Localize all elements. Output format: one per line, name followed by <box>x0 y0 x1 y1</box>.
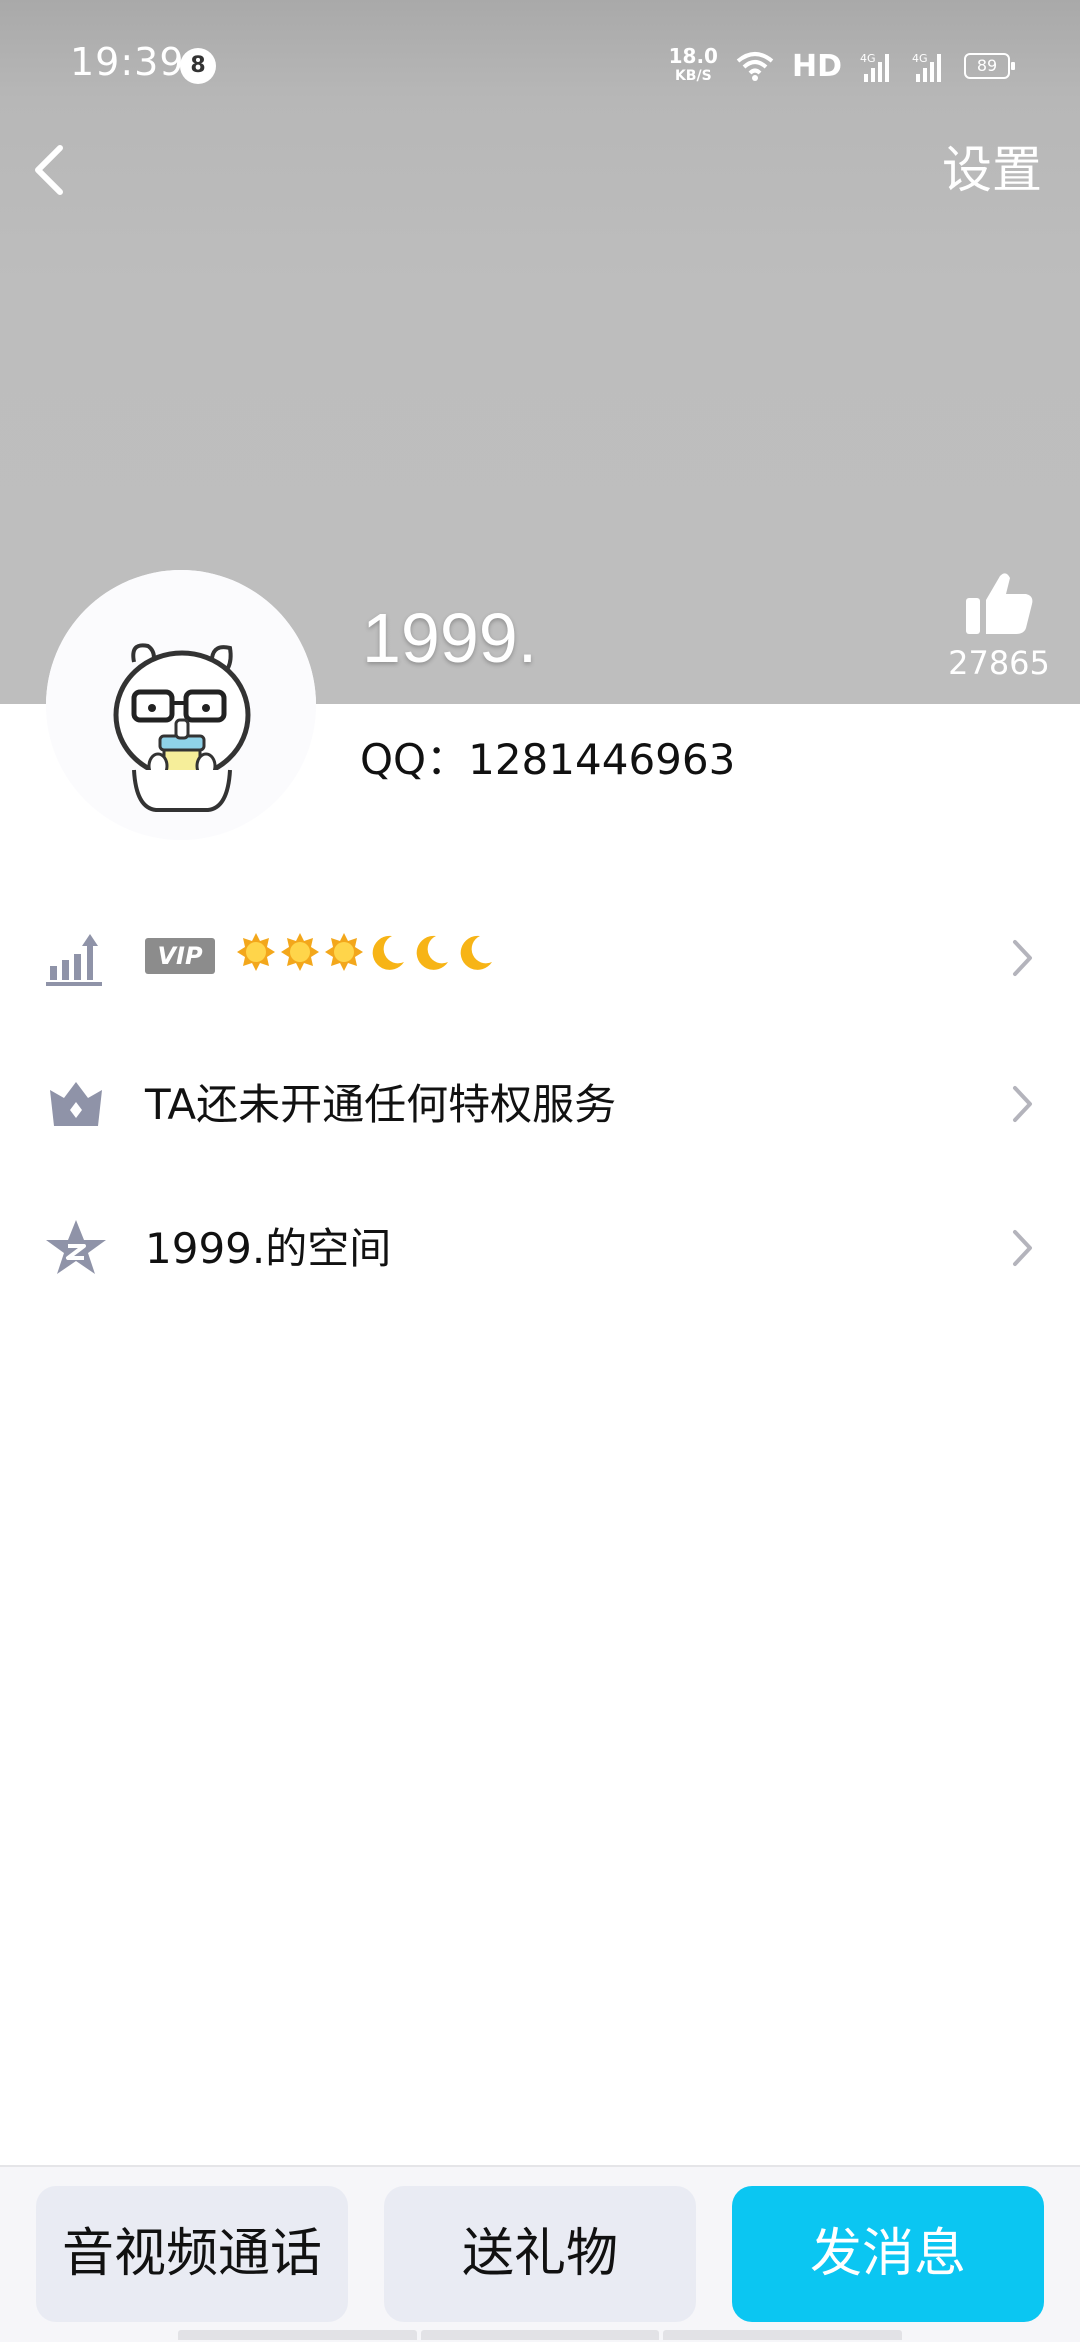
qq-number: QQ：1281446963 <box>360 735 736 784</box>
moon-level-icon <box>372 935 404 970</box>
chevron-right-icon <box>1013 1086 1032 1122</box>
hd-indicator: HD <box>791 48 842 84</box>
moon-level-icon <box>416 935 448 970</box>
notification-count-badge: 8 <box>180 48 216 84</box>
svg-text:4G: 4G <box>912 52 928 65</box>
like-button[interactable]: 27865 <box>944 570 1054 682</box>
send-message-button[interactable]: 发消息 <box>732 2186 1044 2322</box>
sun-level-icon <box>281 933 319 971</box>
chevron-left-icon <box>35 145 63 195</box>
level-icons <box>236 932 496 980</box>
av-call-button[interactable]: 音视频通话 <box>36 2186 348 2322</box>
signal-4g-icon: 4G <box>912 52 941 82</box>
sun-level-icon <box>325 933 363 971</box>
network-speed-unit: KB/S <box>674 68 712 84</box>
home-indicator <box>178 2330 903 2340</box>
privilege-text: TA还未开通任何特权服务 <box>145 1080 617 1129</box>
avatar-image <box>46 570 316 840</box>
signal-4g-icon: 4G <box>860 52 889 82</box>
space-text: 1999.的空间 <box>145 1224 392 1273</box>
back-button[interactable] <box>24 140 84 200</box>
chevron-right-icon <box>1013 940 1032 976</box>
privilege-row[interactable]: TA还未开通任何特权服务 <box>0 1044 1080 1164</box>
vip-level-row[interactable]: VIP <box>0 898 1080 1018</box>
moon-level-icon <box>460 935 492 970</box>
battery-icon: 89 <box>964 53 1015 79</box>
chevron-right-icon <box>1013 1230 1032 1266</box>
status-time: 19:39 <box>70 40 185 84</box>
level-chart-icon <box>46 934 102 986</box>
network-speed: 18.0 KB/S <box>669 46 718 86</box>
qzone-star-icon <box>46 1220 106 1274</box>
wifi-icon <box>736 52 774 81</box>
like-count: 27865 <box>948 644 1050 682</box>
thumbs-up-icon <box>966 573 1033 634</box>
settings-button[interactable]: 设置 <box>942 140 1042 200</box>
crown-icon <box>50 1082 102 1126</box>
status-bar: 19:39 8 18.0 KB/S HD 4G 4G 89 <box>0 0 1080 130</box>
svg-text:4G: 4G <box>860 52 876 65</box>
sun-level-icon <box>237 933 275 971</box>
nickname: 1999. <box>362 599 538 677</box>
network-speed-value: 18.0 <box>668 44 718 68</box>
qzone-space-row[interactable]: 1999.的空间 <box>0 1188 1080 1308</box>
avatar[interactable] <box>46 570 316 840</box>
vip-badge: VIP <box>145 938 215 974</box>
send-gift-button[interactable]: 送礼物 <box>384 2186 696 2322</box>
status-indicators: 18.0 KB/S HD 4G 4G 89 <box>669 44 1015 88</box>
